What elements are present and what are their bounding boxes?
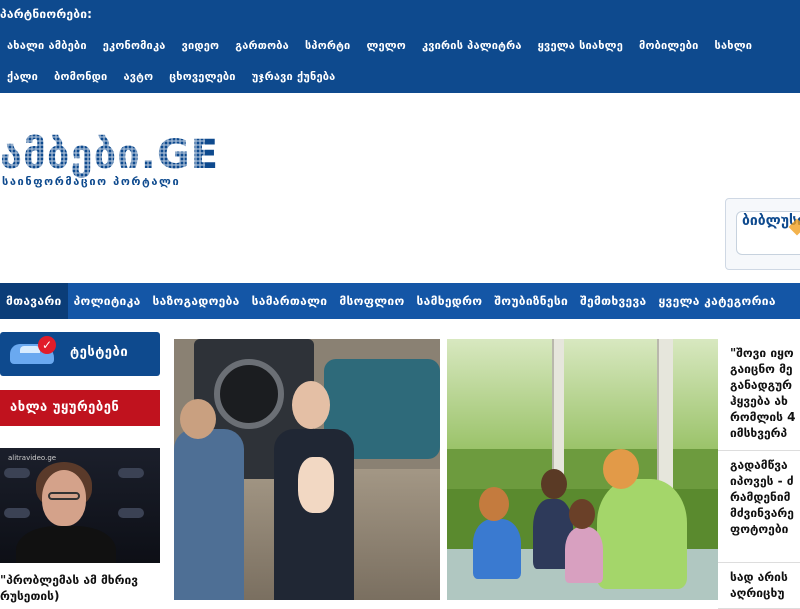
main-navigation: მთავარი პოლიტიკა საზოგადოება სამართალი მსოფლ… — [0, 283, 800, 319]
check-icon: ✓ — [38, 336, 56, 354]
nav-tab[interactable]: შოუბიზნესი — [488, 283, 574, 319]
boy-head — [541, 469, 567, 499]
partner-link[interactable]: ბომონდი — [54, 70, 107, 83]
now-watching-header: ახლა უყურებენ — [0, 390, 160, 426]
site-logo[interactable]: ამბები.GE საინფორმაციო პორტალი — [0, 133, 220, 193]
person-body — [16, 526, 116, 563]
partners-label: პარტნიორები: — [0, 7, 93, 21]
video-thumbnail[interactable]: alitravideo.ge — [0, 448, 160, 563]
tests-label: ტესტები — [70, 345, 129, 360]
girl-head — [569, 499, 595, 529]
partner-link[interactable]: ვიდეო — [182, 39, 220, 52]
video-watermark: alitravideo.ge — [8, 454, 57, 462]
partner-link[interactable]: ახალი ამბები — [7, 39, 87, 52]
nav-tab[interactable]: სამართალი — [246, 283, 334, 319]
partner-link[interactable]: კვირის პალიტრა — [422, 39, 522, 52]
nav-tab[interactable]: სამხედრო — [411, 283, 489, 319]
sidebar-news-item[interactable]: "შოვი იყო გაიცნო მე განადგურ ჰყვება ახ რ… — [718, 345, 800, 451]
news-photo-2[interactable] — [447, 339, 718, 600]
nav-tab[interactable]: მსოფლიო — [333, 283, 410, 319]
man-left-head — [180, 399, 216, 439]
partner-link[interactable]: გართობა — [235, 39, 289, 52]
birch-tree — [552, 339, 564, 489]
glasses-icon — [48, 492, 80, 500]
channel-logo-icon — [4, 508, 30, 518]
partner-link[interactable]: ეკონომიკა — [103, 39, 166, 52]
logo-name: ამბები.GE — [0, 132, 220, 178]
car-window-icon — [20, 346, 40, 353]
channel-logo-icon — [118, 468, 144, 478]
partner-links-row1: ახალი ამბები ეკონომიკა ვიდეო გართობა სპორტი ლ… — [0, 34, 761, 56]
nav-tab[interactable]: მთავარი — [0, 283, 68, 319]
partner-links-row2: ქალი ბომონდი ავტო ცხოველები უჯრავი ქუნება — [0, 65, 344, 87]
man-center-head — [292, 381, 330, 429]
partner-link[interactable]: ცხოველები — [169, 70, 235, 83]
sidebar-news-item[interactable]: სად არის აღრიცხუ — [718, 569, 800, 609]
sidebar-news-item[interactable]: გადამწვა იპოვეს - ძ რამდენიმ მძვინვარე ფ… — [718, 457, 800, 563]
nav-tab[interactable]: ყველა კატეგორია — [652, 283, 781, 319]
girl — [565, 527, 603, 583]
partner-link[interactable]: სახლი — [715, 39, 753, 52]
baby — [298, 457, 334, 513]
child-head — [479, 487, 509, 521]
partners-bar: პარტნიორები: ახალი ამბები ეკონომიკა ვიდეო გ… — [0, 0, 800, 93]
man-center — [274, 429, 354, 600]
nav-tab[interactable]: საზოგადოება — [147, 283, 246, 319]
sidebar-news-list: "შოვი იყო გაიცნო მე განადგურ ჰყვება ახ რ… — [718, 339, 800, 609]
logo-subtitle: საინფორმაციო პორტალი — [2, 175, 181, 188]
channel-logo-icon — [118, 508, 144, 518]
sky — [447, 339, 718, 449]
ad-banner[interactable]: ბიბლუსი — [725, 198, 800, 270]
partner-link[interactable]: ქალი — [7, 70, 38, 83]
partner-link[interactable]: ყველა სიახლე — [538, 39, 623, 52]
man-left — [174, 429, 244, 600]
woman-head — [603, 449, 639, 489]
nav-tab[interactable]: პოლიტიკა — [68, 283, 147, 319]
news-photo-1[interactable] — [174, 339, 440, 600]
spare-wheel — [214, 359, 284, 429]
video-caption[interactable]: "პრობლემას ამ მხრივ რუსეთის) — [0, 572, 165, 604]
nav-tab[interactable]: შემთხვევა — [574, 283, 652, 319]
tests-button[interactable]: ✓ ტესტები — [0, 332, 160, 376]
child — [473, 519, 521, 579]
birch-tree — [657, 339, 673, 489]
partner-link[interactable]: უჯრავი ქუნება — [252, 70, 336, 83]
partner-link[interactable]: მობილები — [639, 39, 699, 52]
woman — [597, 479, 687, 589]
partner-link[interactable]: ავტო — [123, 70, 153, 83]
channel-logo-icon — [4, 468, 30, 478]
partner-link[interactable]: სპორტი — [305, 39, 350, 52]
partner-link[interactable]: ლელო — [366, 39, 406, 52]
